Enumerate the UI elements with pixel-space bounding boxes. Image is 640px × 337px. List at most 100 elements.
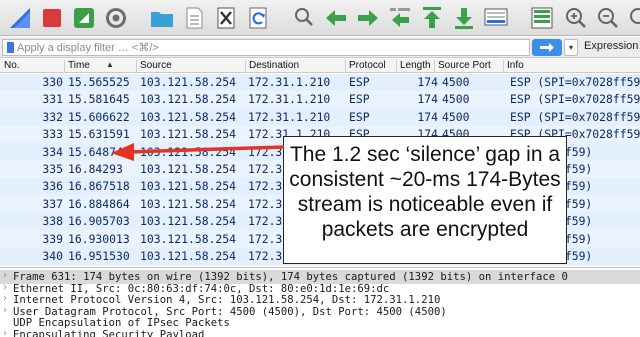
packet-cell-info: ESP (SPI=0x7028ff59) <box>510 109 640 124</box>
packet-cell-time: 16.84293 <box>68 162 123 176</box>
callout-line: The 1.2 sec ‘silence’ gap in a <box>289 143 561 166</box>
packet-cell-no: 338 <box>42 214 63 229</box>
packet-cell-info: ESP (SPI=0x7028ff59) <box>510 92 640 107</box>
go-last-icon[interactable] <box>450 4 478 32</box>
packet-cell-dst: 172.3 <box>248 196 283 211</box>
packet-cell-no: 333 <box>42 127 63 142</box>
packet-cell-proto: ESP <box>349 75 370 89</box>
find-packet-icon[interactable] <box>290 4 318 32</box>
packet-cell-no: 337 <box>42 196 63 211</box>
packet-cell-sport: 4500 <box>442 92 470 107</box>
chevron-right-icon[interactable]: › <box>2 270 8 281</box>
column-length[interactable]: Length <box>400 60 431 71</box>
reload-icon[interactable] <box>244 4 272 32</box>
packet-cell-no: 339 <box>42 231 63 246</box>
zoom-in-icon[interactable] <box>562 4 590 32</box>
chevron-right-icon[interactable]: › <box>2 293 8 304</box>
filter-placeholder: Apply a display filter … <⌘/> <box>17 42 159 54</box>
packet-cell-dst: 172.3 <box>248 249 283 263</box>
packet-row[interactable]: 332 15.606622 103.121.58.254 172.31.1.210 ES… <box>0 108 640 125</box>
packet-cell-sport: 4500 <box>442 75 470 89</box>
packet-cell-time: 15.565525 <box>68 75 130 89</box>
start-capture-icon[interactable] <box>6 4 34 32</box>
packet-cell-src: 103.121.58.254 <box>140 109 237 124</box>
colorize-icon[interactable] <box>528 4 556 32</box>
packet-cell-time: 15.64874 <box>68 144 123 159</box>
packet-cell-src: 103.121.58.254 <box>140 127 237 142</box>
restart-capture-icon[interactable] <box>70 4 98 32</box>
packet-row[interactable]: 331 15.581645 103.121.58.254 172.31.1.210 ES… <box>0 91 640 108</box>
main-toolbar <box>0 0 640 36</box>
chevron-right-icon[interactable]: › <box>2 328 8 337</box>
column-time[interactable]: Time <box>68 60 90 71</box>
packet-cell-src: 103.121.58.254 <box>140 249 237 263</box>
packet-cell-no: 336 <box>42 179 63 194</box>
capture-options-icon[interactable] <box>102 4 130 32</box>
packet-details-pane: › Frame 631: 174 bytes on wire (1392 bits… <box>0 267 640 337</box>
packet-cell-src: 103.121.58.254 <box>140 179 237 194</box>
display-filter-bar: Apply a display filter … <⌘/> ▾ Expressi… <box>0 37 640 58</box>
column-source[interactable]: Source <box>140 60 172 71</box>
callout-line: consistent ~20-ms 174-Bytes <box>289 168 561 191</box>
go-back-icon[interactable] <box>322 4 350 32</box>
packet-cell-src: 103.121.58.254 <box>140 75 237 89</box>
packet-cell-time: 15.631591 <box>68 127 130 142</box>
packet-cell-time: 15.606622 <box>68 109 130 124</box>
apply-filter-button[interactable] <box>532 39 562 56</box>
column-protocol[interactable]: Protocol <box>349 60 386 71</box>
packet-cell-src: 103.121.58.254 <box>140 144 237 159</box>
chevron-down-icon: ▾ <box>568 43 573 52</box>
packet-cell-len: 174 <box>417 92 438 107</box>
zoom-out-icon[interactable] <box>594 4 622 32</box>
bookmark-icon[interactable] <box>7 42 14 53</box>
packet-cell-no: 331 <box>42 92 63 107</box>
packet-cell-dst: 172.3 <box>248 179 283 194</box>
packet-cell-no: 330 <box>42 75 63 89</box>
arrow-right-icon <box>540 43 554 52</box>
packet-cell-dst: 172.31.1.210 <box>248 109 331 124</box>
packet-row[interactable]: 330 15.565525 103.121.58.254 172.31.1.210 ES… <box>0 74 640 90</box>
packet-cell-no: 335 <box>42 162 63 176</box>
save-file-icon[interactable] <box>180 4 208 32</box>
packet-cell-no: 340 <box>42 249 63 263</box>
packet-cell-no: 334 <box>42 144 63 159</box>
filter-history-dropdown[interactable]: ▾ <box>564 39 578 56</box>
chevron-right-icon[interactable]: › <box>2 305 8 316</box>
column-no[interactable]: No. <box>4 60 20 71</box>
packet-cell-proto: ESP <box>349 109 370 124</box>
packet-cell-dst: 172.31.1.210 <box>248 92 331 107</box>
sort-ascending-icon: ▲ <box>106 60 114 69</box>
packet-list-header: No. Time ▲ Source Destination Protocol L… <box>0 59 640 73</box>
packet-cell-len: 174 <box>417 75 438 89</box>
go-forward-icon[interactable] <box>354 4 382 32</box>
chevron-right-icon[interactable]: › <box>2 282 8 293</box>
packet-cell-len: 174 <box>417 109 438 124</box>
packet-cell-proto: ESP <box>349 92 370 107</box>
column-source-port[interactable]: Source Port <box>438 60 491 71</box>
packet-cell-dst: 172.3 <box>248 231 283 246</box>
detail-tree-item[interactable]: › Encapsulating Security Payload <box>0 328 640 337</box>
stop-capture-icon[interactable] <box>38 4 66 32</box>
display-filter-input[interactable]: Apply a display filter … <⌘/> <box>2 39 530 56</box>
go-to-packet-icon[interactable] <box>386 4 414 32</box>
close-file-icon[interactable] <box>212 4 240 32</box>
autoscroll-icon[interactable] <box>482 4 510 32</box>
zoom-reset-icon[interactable] <box>626 4 640 32</box>
expression-button[interactable]: Expression… <box>584 40 640 52</box>
column-info[interactable]: Info <box>507 60 524 71</box>
packet-cell-dst: 172.3 <box>248 214 283 229</box>
packet-cell-dst: 172.3 <box>248 162 283 176</box>
annotation-callout: The 1.2 sec ‘silence’ gap in a consisten… <box>283 136 567 264</box>
open-file-icon[interactable] <box>148 4 176 32</box>
packet-cell-info: ESP (SPI=0x7028ff59) <box>510 75 640 89</box>
packet-cell-time: 16.884864 <box>68 196 130 211</box>
column-destination[interactable]: Destination <box>249 60 299 71</box>
packet-cell-time: 16.951530 <box>68 249 130 263</box>
callout-line: packets are encrypted <box>321 218 529 241</box>
packet-cell-dst: 172.31.1.210 <box>248 75 331 89</box>
packet-cell-src: 103.121.58.254 <box>140 214 237 229</box>
go-first-icon[interactable] <box>418 4 446 32</box>
packet-cell-time: 16.867518 <box>68 179 130 194</box>
packet-cell-dst: 172.3 <box>248 144 283 159</box>
packet-cell-src: 103.121.58.254 <box>140 162 237 176</box>
